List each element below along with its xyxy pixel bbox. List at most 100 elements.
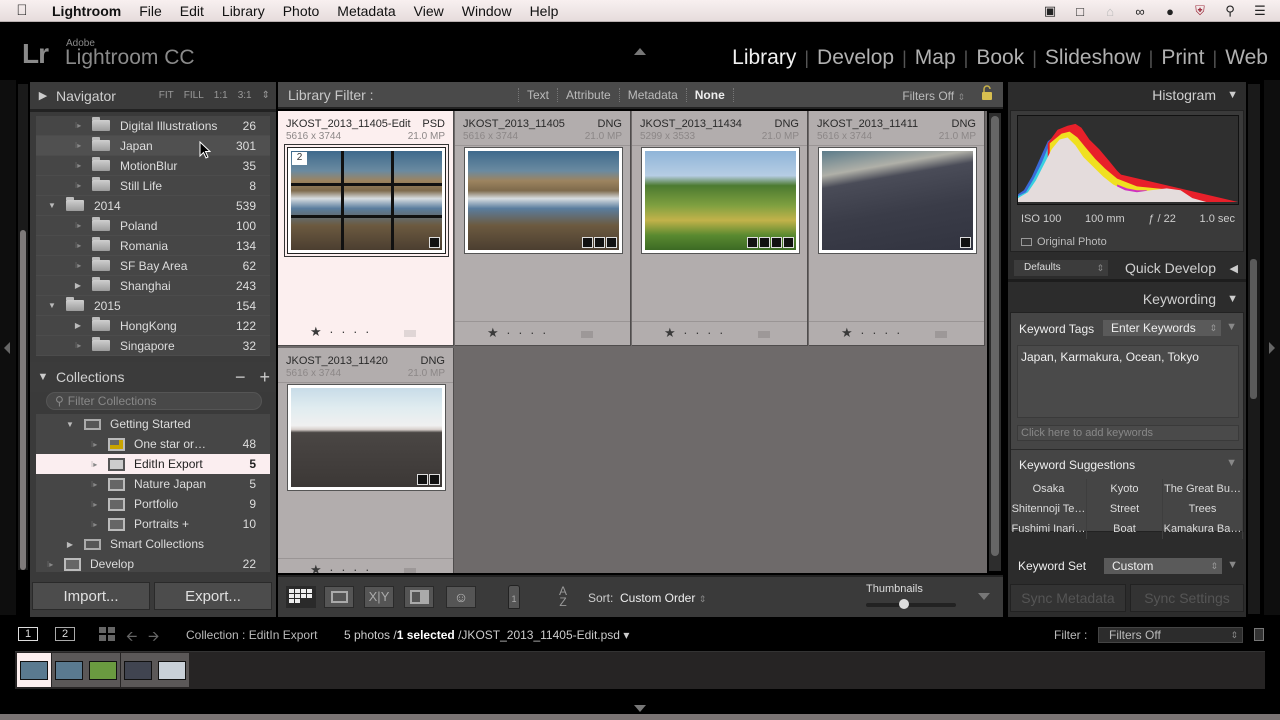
module-develop[interactable]: Develop xyxy=(809,46,902,70)
color-label[interactable] xyxy=(758,331,770,338)
folder-item[interactable]: ⁝▸ Japan 301 xyxy=(36,136,270,156)
develop-adjust-badge-icon[interactable] xyxy=(783,237,794,248)
collection-badge-icon[interactable] xyxy=(594,237,605,248)
disclosure-empty-icon[interactable]: ⁝▸ xyxy=(72,181,84,190)
filmstrip-thumbnail[interactable] xyxy=(120,653,155,687)
crop-badge-icon[interactable] xyxy=(771,237,782,248)
collection-item[interactable]: ▶ Smart Collections xyxy=(36,534,270,554)
disclosure-closed-icon[interactable]: ▶ xyxy=(64,540,76,549)
sort-direction-icon[interactable]: AZ xyxy=(548,585,578,608)
grid-cell[interactable]: JKOST_2013_11420 DNG 5616 x 3744 21.0 MP ★ ·… xyxy=(278,348,454,573)
survey-view-button[interactable] xyxy=(404,586,434,608)
menu-file[interactable]: File xyxy=(130,3,171,19)
photo-thumbnail[interactable] xyxy=(288,385,445,490)
menu-photo[interactable]: Photo xyxy=(274,3,329,19)
right-panel-edge[interactable] xyxy=(1264,80,1280,615)
add-keywords-input[interactable]: Click here to add keywords xyxy=(1017,425,1239,441)
folder-item[interactable]: ▶ Shanghai 243 xyxy=(36,276,270,296)
collection-badge-icon[interactable] xyxy=(759,237,770,248)
keyword-suggestion[interactable]: Street xyxy=(1087,499,1163,519)
keywording-header[interactable]: Keywording ▼ xyxy=(1008,286,1246,312)
keyword-suggestion[interactable]: Kyoto xyxy=(1087,479,1163,499)
collapse-icon[interactable]: ▼ xyxy=(30,371,56,383)
grid-cell[interactable]: JKOST_2013_11411 DNG 5616 x 3744 21.0 MP ★ ·… xyxy=(809,111,985,346)
zoom-fit[interactable]: FIT xyxy=(159,90,174,101)
filmstrip-filter-dropdown[interactable]: Filters Off ⇕ xyxy=(1098,627,1243,643)
top-panel-toggle[interactable] xyxy=(634,48,646,55)
histogram-header[interactable]: Histogram ▼ xyxy=(1008,82,1246,108)
menu-library[interactable]: Library xyxy=(213,3,274,19)
disclosure-open-icon[interactable]: ▼ xyxy=(46,301,58,310)
slider-knob[interactable] xyxy=(898,599,909,609)
navigator-header[interactable]: ▶ Navigator FIT FILL 1:1 3:1 ⇕ xyxy=(30,82,276,112)
collapse-icon[interactable]: ▼ xyxy=(1227,286,1238,312)
zoom-stepper-icon[interactable]: ⇕ xyxy=(262,90,270,101)
zoom-1-1[interactable]: 1:1 xyxy=(214,90,228,101)
keyword-suggestion[interactable]: The Great Bu… xyxy=(1163,479,1243,499)
keyword-set-dropdown[interactable]: Custom ⇕ xyxy=(1104,558,1222,574)
grid-cell[interactable]: JKOST_2013_11434 DNG 5299 x 3533 21.0 MP ★ ·… xyxy=(632,111,808,346)
right-panel-toggle-icon[interactable] xyxy=(1269,342,1275,354)
left-panel-toggle-icon[interactable] xyxy=(4,342,10,354)
keyword-suggestion[interactable]: Trees xyxy=(1163,499,1243,519)
right-panel-scrollbar[interactable] xyxy=(1248,84,1260,614)
expand-icon[interactable]: ▶ xyxy=(30,89,56,102)
mcafee-shield-icon[interactable]: ⛨ xyxy=(1192,3,1208,19)
disclosure-empty-icon[interactable]: ⁝▸ xyxy=(72,161,84,170)
color-label[interactable] xyxy=(935,331,947,338)
filter-none[interactable]: None xyxy=(685,88,734,102)
filter-presets-dropdown[interactable]: Filters Off ⇕ xyxy=(902,89,965,103)
checkbox-icon[interactable] xyxy=(1021,238,1032,246)
notification-list-icon[interactable]: ☰ xyxy=(1252,3,1268,19)
forward-arrow-icon[interactable]: 🡪 xyxy=(148,626,159,650)
evernote-icon[interactable]: ● xyxy=(1162,4,1178,19)
compare-view-button[interactable]: X|Y xyxy=(364,586,394,608)
spotlight-search-icon[interactable]: ⚲ xyxy=(1222,3,1238,19)
painter-tool-icon[interactable]: 1 xyxy=(508,585,520,609)
collapse-icon[interactable]: ▼ xyxy=(1226,457,1237,469)
folder-item[interactable]: ⁝▸ SF Bay Area 62 xyxy=(36,256,270,276)
module-map[interactable]: Map xyxy=(907,46,964,70)
disclosure-empty-icon[interactable]: ⁝▸ xyxy=(88,440,100,449)
grid-view-button[interactable] xyxy=(286,586,316,608)
develop-adjust-badge-icon[interactable] xyxy=(429,474,440,485)
disclosure-closed-icon[interactable]: ▶ xyxy=(72,281,84,290)
keyword-suggestion[interactable]: Shitennoji Te… xyxy=(1011,499,1087,519)
sort-dropdown[interactable]: Custom Order ⇕ xyxy=(620,591,706,605)
disclosure-open-icon[interactable]: ▼ xyxy=(64,420,76,429)
folder-item[interactable]: ⁝▸ Poland 100 xyxy=(36,216,270,236)
home-icon[interactable]: ⌂ xyxy=(1102,4,1118,19)
menu-window[interactable]: Window xyxy=(453,3,521,19)
import-button[interactable]: Import... xyxy=(32,582,150,610)
zoom-3-1[interactable]: 3:1 xyxy=(238,90,252,101)
collection-item[interactable]: ⁝▸ Portraits + 10 xyxy=(36,514,270,534)
folder-item[interactable]: ▶ HongKong 122 xyxy=(36,316,270,336)
disclosure-empty-icon[interactable]: ⁝▸ xyxy=(72,241,84,250)
collapse-icon[interactable]: ▼ xyxy=(1226,321,1237,333)
star-rating[interactable]: ★ · · · · xyxy=(310,324,371,340)
apple-menu-icon[interactable]:  xyxy=(0,2,44,19)
filmstrip-thumbnail[interactable] xyxy=(17,653,51,687)
menu-edit[interactable]: Edit xyxy=(171,3,213,19)
filter-attribute[interactable]: Attribute xyxy=(557,88,619,102)
sync-settings-button[interactable]: Sync Settings xyxy=(1130,584,1244,612)
main-screen-button[interactable]: 1 xyxy=(18,627,38,641)
toolbar-options-icon[interactable] xyxy=(978,593,990,600)
menu-view[interactable]: View xyxy=(405,3,453,19)
collapse-icon[interactable]: ▼ xyxy=(1227,82,1238,108)
disclosure-empty-icon[interactable]: ⁝▸ xyxy=(44,560,56,569)
disclosure-empty-icon[interactable]: ⁝▸ xyxy=(88,500,100,509)
loupe-view-button[interactable] xyxy=(324,586,354,608)
collections-header[interactable]: ▼ Collections − + xyxy=(30,362,276,392)
collection-item[interactable]: ⁝▸ One star or… 48 xyxy=(36,434,270,454)
scroll-thumb[interactable] xyxy=(1250,259,1257,399)
star-rating[interactable]: ★ · · · · xyxy=(310,562,371,573)
keyword-badge-icon[interactable] xyxy=(747,237,758,248)
collection-item[interactable]: ⁝▸ Nature Japan 5 xyxy=(36,474,270,494)
collection-item[interactable]: ⁝▸ EditIn Export 5 xyxy=(36,454,270,474)
people-view-button[interactable]: ☺ xyxy=(446,586,476,608)
collection-item[interactable]: ⁝▸ Develop 22 xyxy=(36,554,270,572)
filmstrip-thumbnail[interactable] xyxy=(51,653,86,687)
filter-metadata[interactable]: Metadata xyxy=(618,88,686,102)
module-library[interactable]: Library xyxy=(724,46,804,70)
